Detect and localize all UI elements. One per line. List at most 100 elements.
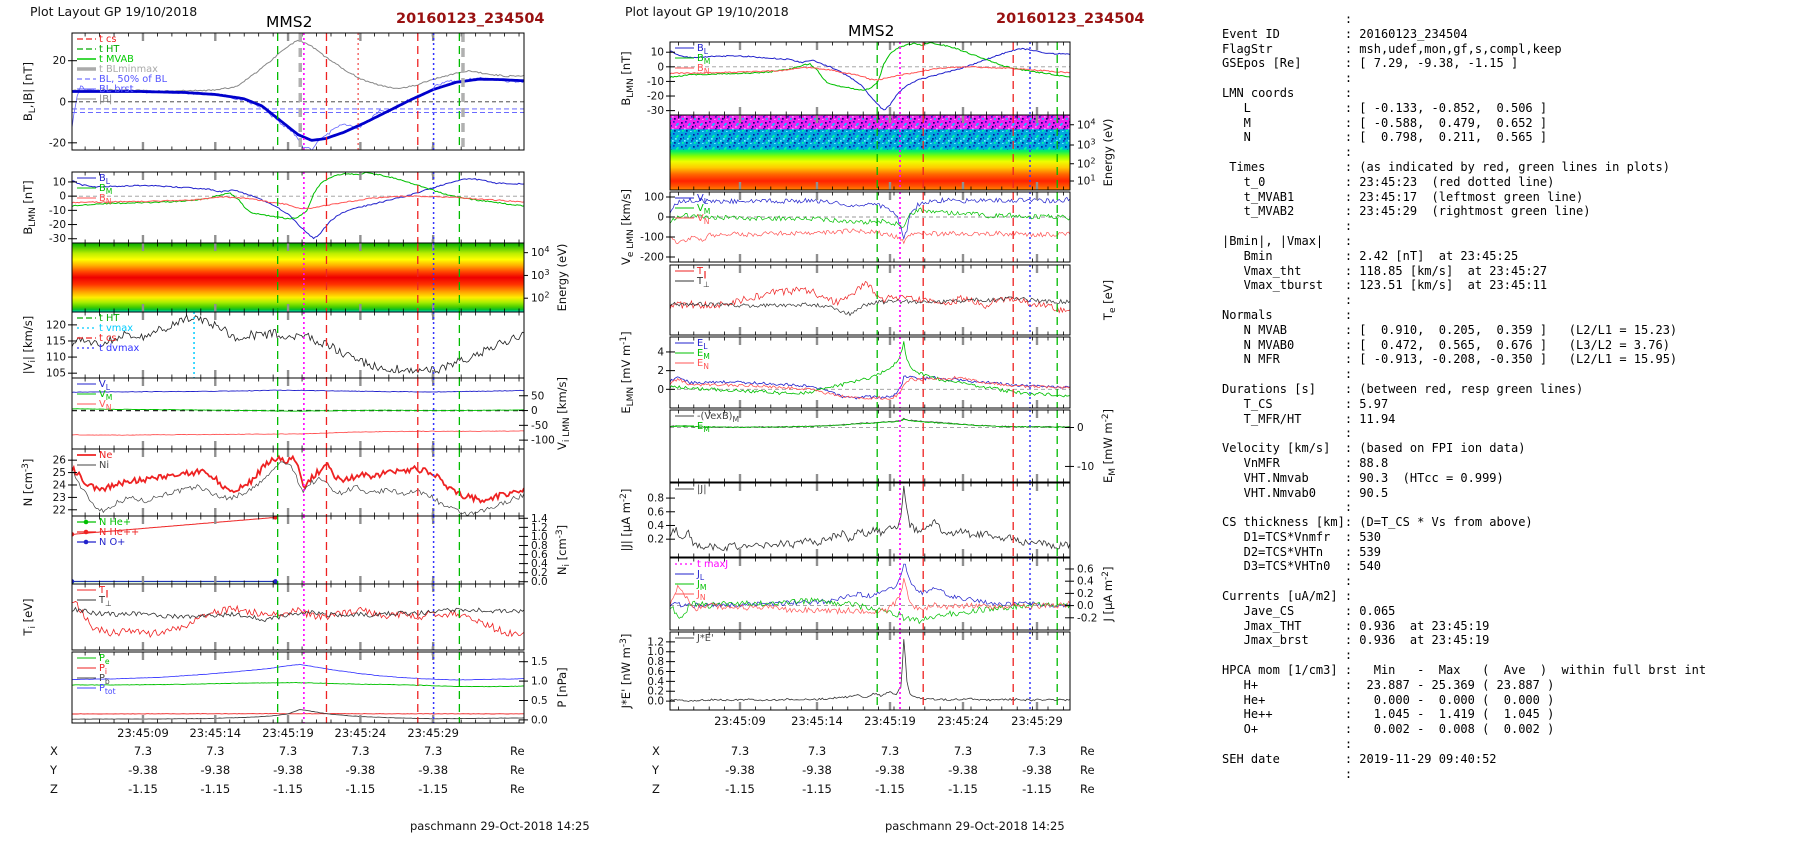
svg-text:-20: -20 xyxy=(647,91,664,103)
svg-text:101: 101 xyxy=(1077,173,1096,188)
svg-text:BLMN [nT]: BLMN [nT] xyxy=(21,180,38,234)
svg-text:-9.38: -9.38 xyxy=(345,763,375,777)
svg-text:23: 23 xyxy=(53,492,66,504)
svg-text:Ti [eV]: Ti [eV] xyxy=(21,598,38,636)
svg-text:7.3: 7.3 xyxy=(954,744,972,758)
svg-text:23:45:24: 23:45:24 xyxy=(335,726,387,740)
svg-text:104: 104 xyxy=(1077,116,1096,131)
svg-text:Re: Re xyxy=(1080,763,1095,777)
svg-text:0: 0 xyxy=(657,61,664,73)
svg-text:Re: Re xyxy=(1080,782,1095,796)
svg-text:Energy (eV): Energy (eV) xyxy=(1101,119,1115,187)
svg-text:0.2: 0.2 xyxy=(647,534,664,546)
svg-text:N [cm-3]: N [cm-3] xyxy=(21,459,35,507)
svg-text:-9.38: -9.38 xyxy=(725,763,755,777)
svg-text:-10: -10 xyxy=(1077,461,1094,473)
svg-text:0: 0 xyxy=(1077,422,1084,434)
svg-text:-1.15: -1.15 xyxy=(200,782,230,796)
svg-text:-1.15: -1.15 xyxy=(128,782,158,796)
svg-text:EM: EM xyxy=(697,421,710,434)
svg-text:0: 0 xyxy=(59,191,66,203)
svg-text:Re: Re xyxy=(510,763,525,777)
svg-text:7.3: 7.3 xyxy=(731,744,749,758)
svg-text:-9.38: -9.38 xyxy=(273,763,303,777)
svg-text:2: 2 xyxy=(657,365,664,377)
svg-text:-200: -200 xyxy=(640,252,664,264)
svg-text:-1.15: -1.15 xyxy=(1022,782,1052,796)
svg-text:24: 24 xyxy=(53,479,67,491)
svg-text:ELMN [mV m-1]: ELMN [mV m-1] xyxy=(619,331,636,413)
svg-text:7.3: 7.3 xyxy=(424,744,442,758)
svg-text:23:45:29: 23:45:29 xyxy=(1011,714,1063,728)
svg-text:23:45:14: 23:45:14 xyxy=(791,714,843,728)
svg-text:0.4: 0.4 xyxy=(647,520,664,532)
svg-text:1.0: 1.0 xyxy=(531,676,548,688)
svg-text:0.0: 0.0 xyxy=(1077,600,1094,612)
svg-text:-9.38: -9.38 xyxy=(802,763,832,777)
svg-text:0.6: 0.6 xyxy=(647,506,664,518)
svg-text:-9.38: -9.38 xyxy=(1022,763,1052,777)
svg-text:-9.38: -9.38 xyxy=(418,763,448,777)
svg-text:0.8: 0.8 xyxy=(647,493,664,505)
svg-text:0.5: 0.5 xyxy=(531,695,548,707)
svg-text:|B|: |B| xyxy=(99,94,112,105)
svg-text:0: 0 xyxy=(657,384,664,396)
svg-text:7.3: 7.3 xyxy=(134,744,152,758)
svg-text:J*E' [nW m-3]: J*E' [nW m-3] xyxy=(619,634,633,710)
svg-text:7.3: 7.3 xyxy=(279,744,297,758)
svg-text:BLMN [nT]: BLMN [nT] xyxy=(619,51,636,105)
svg-text:102: 102 xyxy=(1077,155,1096,170)
svg-text:-50: -50 xyxy=(531,420,548,432)
svg-text:-1.15: -1.15 xyxy=(273,782,303,796)
svg-text:100: 100 xyxy=(644,192,664,204)
svg-text:-20: -20 xyxy=(49,219,66,231)
svg-text:|Vi| [km/s]: |Vi| [km/s] xyxy=(21,316,38,374)
svg-text:-0.2: -0.2 xyxy=(1077,612,1098,624)
svg-text:Z: Z xyxy=(50,782,58,796)
svg-text:Y: Y xyxy=(49,763,58,777)
svg-text:120: 120 xyxy=(46,319,66,331)
svg-text:26: 26 xyxy=(53,455,67,467)
svg-text:-9.38: -9.38 xyxy=(128,763,158,777)
svg-text:0.2: 0.2 xyxy=(1077,588,1094,600)
svg-text:23:45:09: 23:45:09 xyxy=(117,726,169,740)
event-info-text: : Event ID : 20160123_234504 FlagStr : m… xyxy=(1222,12,1707,781)
svg-text:Re: Re xyxy=(510,744,525,758)
svg-text:t dvmax: t dvmax xyxy=(99,343,140,354)
svg-text:J [µA m-2]: J [µA m-2] xyxy=(1101,566,1115,622)
svg-text:7.3: 7.3 xyxy=(1028,744,1046,758)
svg-text:0.0: 0.0 xyxy=(531,714,548,726)
svg-text:0: 0 xyxy=(657,212,664,224)
svg-text:10: 10 xyxy=(651,47,664,59)
svg-text:-(VexB)M: -(VexB)M xyxy=(697,411,739,424)
svg-text:0.0: 0.0 xyxy=(531,576,548,588)
svg-text:Te [eV]: Te [eV] xyxy=(1101,280,1118,321)
svg-text:-30: -30 xyxy=(49,233,66,245)
svg-text:-20: -20 xyxy=(49,137,66,149)
svg-text:20: 20 xyxy=(53,55,66,67)
svg-text:23:45:19: 23:45:19 xyxy=(262,726,314,740)
svg-text:BL,|B| [nT]: BL,|B| [nT] xyxy=(21,62,38,121)
svg-text:Y: Y xyxy=(651,763,660,777)
svg-text:23:45:14: 23:45:14 xyxy=(189,726,241,740)
svg-text:50: 50 xyxy=(531,390,544,402)
svg-text:10: 10 xyxy=(53,176,66,188)
svg-text:102: 102 xyxy=(531,290,550,305)
svg-text:P [nPa]: P [nPa] xyxy=(555,667,569,707)
svg-text:0.0: 0.0 xyxy=(647,696,664,708)
svg-text:7.3: 7.3 xyxy=(206,744,224,758)
svg-text:Z: Z xyxy=(652,782,660,796)
svg-text:Ni: Ni xyxy=(99,460,109,471)
svg-text:23:45:19: 23:45:19 xyxy=(864,714,916,728)
svg-text:103: 103 xyxy=(531,267,550,282)
svg-text:7.3: 7.3 xyxy=(351,744,369,758)
svg-text:1.5: 1.5 xyxy=(531,656,548,668)
svg-text:|J|: |J| xyxy=(697,484,707,495)
svg-text:Energy (eV): Energy (eV) xyxy=(555,244,569,312)
svg-text:Re: Re xyxy=(1080,744,1095,758)
svg-text:T⊥: T⊥ xyxy=(696,276,710,289)
svg-text:paschmann 29-Oct-2018 14:25: paschmann 29-Oct-2018 14:25 xyxy=(885,819,1065,833)
svg-text:0.6: 0.6 xyxy=(1077,563,1094,575)
svg-text:23:45:29: 23:45:29 xyxy=(407,726,459,740)
svg-text:23:45:09: 23:45:09 xyxy=(714,714,766,728)
